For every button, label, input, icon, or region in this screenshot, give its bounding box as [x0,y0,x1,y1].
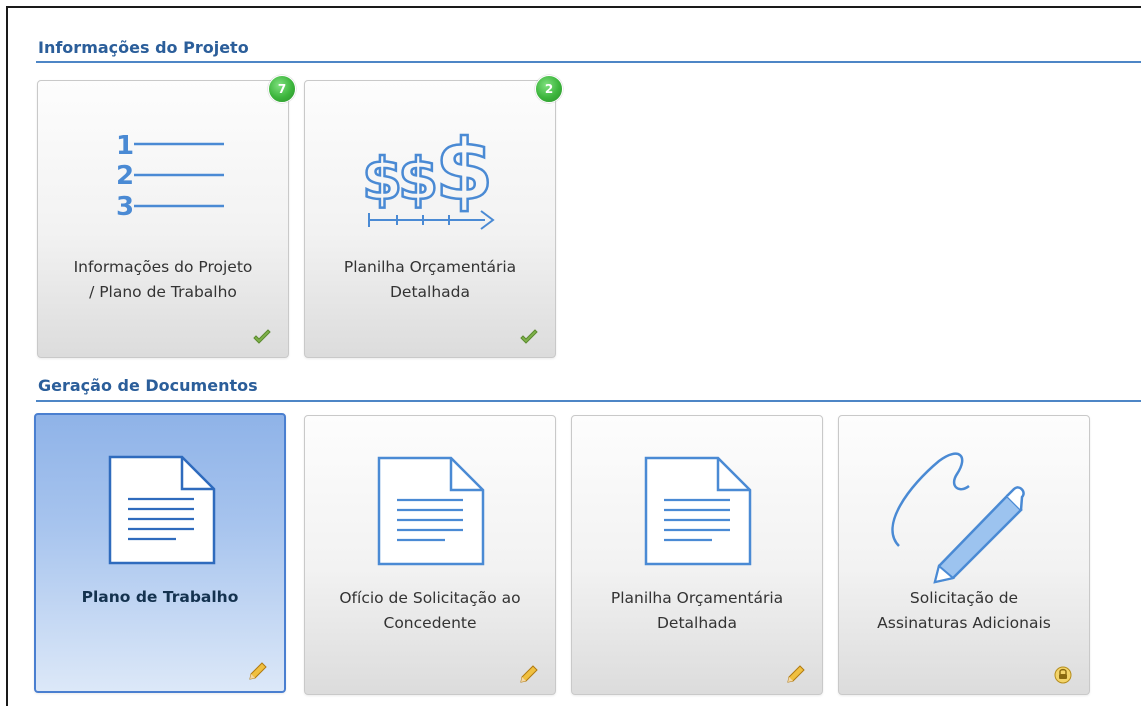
tile-additional-signatures[interactable]: Solicitação de Assinaturas Adicionais [838,415,1090,695]
document-icon [572,416,822,591]
section-title-document-generation: Geração de Documentos [38,376,258,395]
tile-label-line: Concedente [383,614,477,632]
tile-project-info[interactable]: 7 1 2 3 Informações do Projeto / Plano d… [37,75,296,358]
svg-text:$: $ [398,145,438,213]
tile-label-line: Assinaturas Adicionais [877,614,1051,632]
svg-text:1: 1 [116,131,134,161]
tile-label-line: Detalhada [389,283,470,301]
tile-label-line: Detalhada [656,614,737,632]
tile-label-line: / Plano de Trabalho [89,283,237,301]
tile-budget-sheet[interactable]: 2 $ $ $ Planilha Orçamentária Detalhada [304,75,563,358]
lock-icon [1054,666,1072,684]
signature-pen-icon [839,416,1089,591]
section-divider [36,400,1141,402]
tile-request-letter[interactable]: Ofício de Solicitação ao Concedente [304,415,556,695]
checkmark-icon [520,329,538,344]
checkmark-icon [253,329,271,344]
numbered-list-icon: 1 2 3 [38,81,288,256]
svg-text:2: 2 [116,161,134,191]
budget-dollar-icon: $ $ $ [305,81,555,256]
tile-label-line: Planilha Orçamentária [610,589,784,607]
tile-label-line: Solicitação de [909,589,1019,607]
tile-label-line: Ofício de Solicitação ao [339,589,521,607]
tile-label-line: Informações do Projeto [73,258,253,276]
tile-label-line: Planilha Orçamentária [343,258,517,276]
svg-text:3: 3 [116,192,134,222]
section-title-project-info: Informações do Projeto [38,38,249,57]
svg-text:$: $ [435,121,493,219]
tile-work-plan[interactable]: Plano de Trabalho [34,413,286,693]
tile-label-line: Plano de Trabalho [81,588,239,606]
pencil-icon [520,665,538,683]
pencil-icon [787,665,805,683]
section-divider [36,61,1141,63]
pencil-icon [249,662,267,680]
svg-text:$: $ [362,145,402,213]
tile-budget-document[interactable]: Planilha Orçamentária Detalhada [571,415,823,695]
document-icon [36,415,284,590]
document-icon [305,416,555,591]
